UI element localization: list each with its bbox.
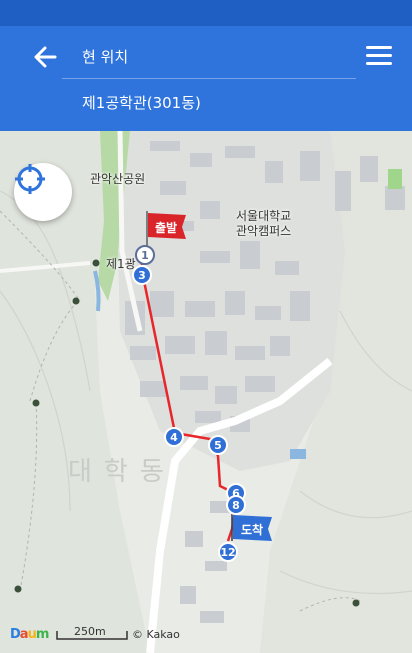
campus-label: 서울대학교 관악캠퍼스: [236, 209, 292, 238]
menu-button[interactable]: [364, 42, 394, 70]
current-location-button[interactable]: [14, 163, 72, 221]
crosshair-icon: [15, 164, 45, 194]
stop-label: 제1광: [106, 257, 136, 271]
scale-label: 250m: [74, 625, 106, 638]
route-node[interactable]: 3: [132, 265, 152, 285]
back-button[interactable]: [28, 40, 62, 74]
route-node[interactable]: 8: [226, 495, 246, 515]
map-view[interactable]: 관악산공원 서울대학교 관악캠퍼스 제1광 대학동 출발 도착 1 3 4 5 …: [0, 131, 412, 653]
route-node[interactable]: 5: [208, 435, 228, 455]
route-node[interactable]: 12: [218, 542, 238, 562]
end-flag-label: 도착: [241, 523, 264, 537]
route-node[interactable]: 4: [164, 427, 184, 447]
origin-text: 현 위치: [82, 48, 129, 66]
destination-field[interactable]: 제1공학관(301동): [62, 80, 356, 124]
origin-field[interactable]: 현 위치: [62, 34, 356, 79]
menu-icon: [366, 46, 392, 49]
route-header: 현 위치 제1공학관(301동): [0, 26, 412, 131]
copyright-label: © Kakao: [132, 628, 180, 641]
status-bar: [0, 0, 412, 26]
park-label: 관악산공원: [90, 172, 146, 186]
start-flag-label: 출발: [155, 221, 178, 235]
daum-logo: Daum: [10, 627, 49, 642]
back-arrow-icon: [34, 46, 57, 68]
route-node-start[interactable]: 1: [135, 245, 155, 265]
area-label: 대학동: [68, 457, 176, 487]
destination-text: 제1공학관(301동): [82, 94, 201, 112]
